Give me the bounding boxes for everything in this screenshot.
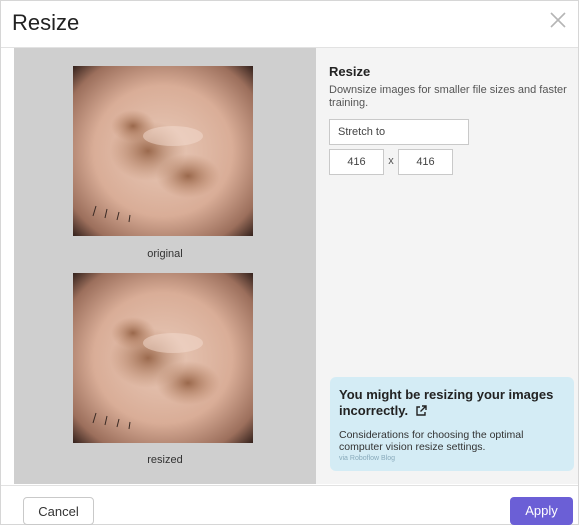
tip-description: Considerations for choosing the optimal …: [339, 429, 524, 453]
settings-panel: Resize Downsize images for smaller file …: [316, 48, 578, 484]
tip-title: You might be resizing your images incorr…: [339, 387, 554, 418]
cancel-button[interactable]: Cancel: [23, 497, 94, 525]
close-icon[interactable]: [548, 10, 568, 30]
tip-title-wrap: You might be resizing your images incorr…: [339, 387, 567, 419]
resized-image: [73, 273, 253, 443]
original-caption: original: [147, 248, 183, 260]
height-input[interactable]: 416: [398, 149, 453, 175]
external-link-icon: [416, 405, 427, 416]
original-image: [73, 66, 253, 236]
dialog-title: Resize: [12, 10, 80, 35]
dialog-header: Resize: [1, 1, 578, 48]
settings-description: Downsize images for smaller file sizes a…: [329, 84, 567, 109]
resized-caption: resized: [147, 454, 183, 466]
tip-source: via Roboflow Blog: [339, 455, 396, 462]
apply-button[interactable]: Apply: [510, 497, 573, 525]
times-symbol: x: [388, 155, 394, 167]
width-input[interactable]: 416: [329, 149, 384, 175]
tip-card[interactable]: You might be resizing your images incorr…: [330, 377, 574, 471]
resize-dialog: Resize original resized Resize Downsize …: [0, 0, 579, 525]
preview-panel: original resized: [14, 48, 316, 484]
settings-heading: Resize: [329, 64, 371, 79]
resize-mode-select[interactable]: Stretch to: [329, 119, 469, 145]
